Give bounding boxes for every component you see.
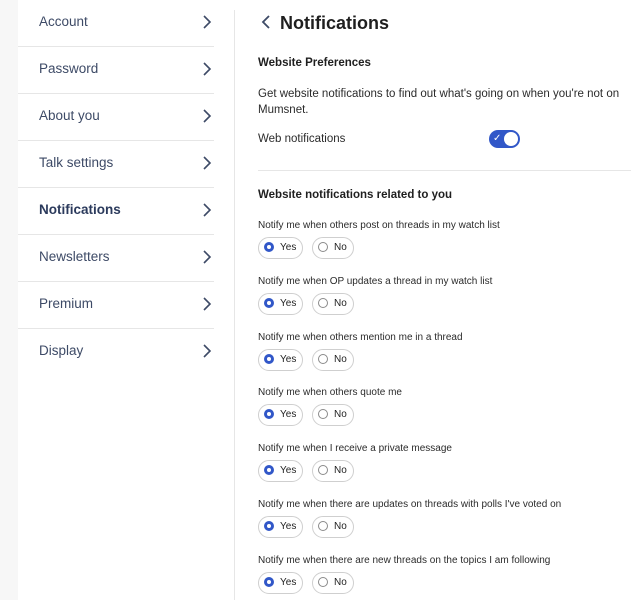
sidebar-item-display[interactable]: Display xyxy=(18,329,214,375)
question-label: Notify me when OP updates a thread in my… xyxy=(258,276,493,287)
radio-selected-icon xyxy=(264,298,274,308)
question-label: Notify me when I receive a private messa… xyxy=(258,443,452,454)
sidebar-item-label: Newsletters xyxy=(39,249,110,264)
radio-unselected-icon xyxy=(318,577,328,587)
sidebar-item-label: Premium xyxy=(39,296,94,311)
chevron-right-icon xyxy=(203,250,212,264)
web-notifications-toggle[interactable]: ✓ xyxy=(489,130,520,148)
question-label: Notify me when there are updates on thre… xyxy=(258,499,562,510)
question-label: Notify me when others mention me in a th… xyxy=(258,332,463,343)
sidebar-item-account[interactable]: Account xyxy=(18,0,214,47)
radio-selected-icon xyxy=(264,577,274,587)
yes-radio[interactable]: Yes xyxy=(258,572,303,594)
website-preferences-heading: Website Preferences xyxy=(258,57,371,69)
chevron-right-icon xyxy=(203,203,212,217)
no-radio[interactable]: No xyxy=(312,349,354,371)
radio-label: No xyxy=(334,242,347,253)
radio-selected-icon xyxy=(264,465,274,475)
radio-unselected-icon xyxy=(318,298,328,308)
radio-selected-icon xyxy=(264,354,274,364)
chevron-right-icon xyxy=(203,62,212,76)
web-notifications-label: Web notifications xyxy=(258,133,346,145)
yes-radio[interactable]: Yes xyxy=(258,460,303,482)
no-radio[interactable]: No xyxy=(312,237,354,259)
radio-label: No xyxy=(334,521,347,532)
no-radio[interactable]: No xyxy=(312,516,354,538)
radio-label: Yes xyxy=(280,465,297,476)
yes-radio[interactable]: Yes xyxy=(258,293,303,315)
sidebar-item-premium[interactable]: Premium xyxy=(18,282,214,329)
page-title: Notifications xyxy=(280,13,390,33)
chevron-right-icon xyxy=(203,297,212,311)
chevron-right-icon xyxy=(203,344,212,358)
radio-selected-icon xyxy=(264,242,274,252)
radio-unselected-icon xyxy=(318,354,328,364)
radio-label: Yes xyxy=(280,354,297,365)
sidebar-divider xyxy=(234,10,235,600)
radio-label: Yes xyxy=(280,242,297,253)
sidebar-item-password[interactable]: Password xyxy=(18,47,214,94)
sidebar-item-label: Notifications xyxy=(39,202,121,217)
no-radio[interactable]: No xyxy=(312,460,354,482)
related-notifications-heading: Website notifications related to you xyxy=(258,189,453,201)
radio-unselected-icon xyxy=(318,521,328,531)
radio-label: Yes xyxy=(280,521,297,532)
settings-page: Account Password About you Talk settings… xyxy=(18,0,631,600)
notifications-panel: Notifications Website Preferences Get we… xyxy=(258,0,631,600)
settings-sidebar: Account Password About you Talk settings… xyxy=(18,0,218,600)
yes-radio[interactable]: Yes xyxy=(258,516,303,538)
sidebar-item-talk-settings[interactable]: Talk settings xyxy=(18,141,214,188)
yes-radio[interactable]: Yes xyxy=(258,349,303,371)
no-radio[interactable]: No xyxy=(312,293,354,315)
toggle-knob xyxy=(504,132,518,146)
yes-radio[interactable]: Yes xyxy=(258,404,303,426)
sidebar-item-label: About you xyxy=(39,108,100,123)
sidebar-item-label: Display xyxy=(39,343,84,358)
sidebar-item-label: Talk settings xyxy=(39,155,114,170)
section-divider xyxy=(258,170,631,171)
radio-label: No xyxy=(334,298,347,309)
sidebar-item-newsletters[interactable]: Newsletters xyxy=(18,235,214,282)
check-icon: ✓ xyxy=(493,133,502,144)
sidebar-item-about-you[interactable]: About you xyxy=(18,94,214,141)
radio-label: Yes xyxy=(280,298,297,309)
question-label: Notify me when others quote me xyxy=(258,387,402,398)
preferences-description: Get website notifications to find out wh… xyxy=(258,88,620,116)
radio-label: Yes xyxy=(280,577,297,588)
radio-label: Yes xyxy=(280,409,297,420)
chevron-right-icon xyxy=(203,156,212,170)
chevron-right-icon xyxy=(203,15,212,29)
radio-unselected-icon xyxy=(318,242,328,252)
radio-unselected-icon xyxy=(318,465,328,475)
no-radio[interactable]: No xyxy=(312,572,354,594)
radio-selected-icon xyxy=(264,409,274,419)
question-label: Notify me when there are new threads on … xyxy=(258,555,551,566)
sidebar-item-label: Password xyxy=(39,61,99,76)
chevron-left-icon[interactable] xyxy=(258,12,274,32)
yes-radio[interactable]: Yes xyxy=(258,237,303,259)
sidebar-item-notifications[interactable]: Notifications xyxy=(18,188,214,235)
radio-label: No xyxy=(334,409,347,420)
radio-label: No xyxy=(334,354,347,365)
radio-label: No xyxy=(334,465,347,476)
chevron-right-icon xyxy=(203,109,212,123)
no-radio[interactable]: No xyxy=(312,404,354,426)
radio-selected-icon xyxy=(264,521,274,531)
radio-label: No xyxy=(334,577,347,588)
radio-unselected-icon xyxy=(318,409,328,419)
sidebar-item-label: Account xyxy=(39,14,88,29)
question-label: Notify me when others post on threads in… xyxy=(258,220,500,231)
